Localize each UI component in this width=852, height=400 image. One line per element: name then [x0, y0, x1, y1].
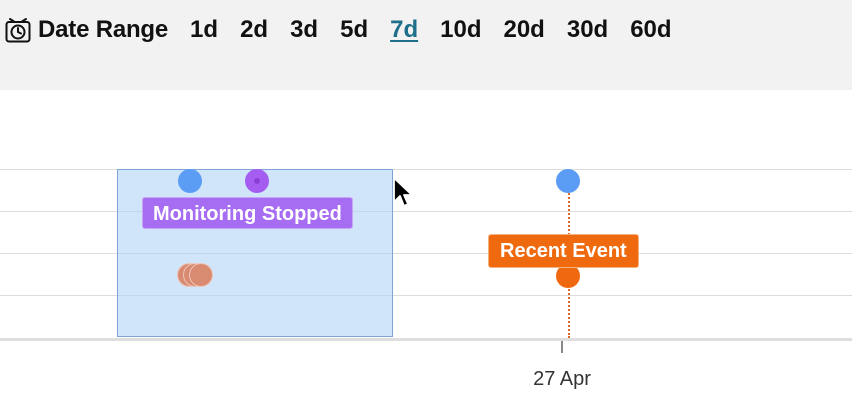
range-option-60d[interactable]: 60d	[630, 16, 671, 44]
alarm-clock-icon	[4, 16, 32, 44]
event-dot[interactable]	[178, 169, 202, 193]
range-option-3d[interactable]: 3d	[290, 16, 318, 44]
range-option-30d[interactable]: 30d	[567, 16, 608, 44]
selection-box[interactable]	[117, 169, 393, 337]
range-option-7d[interactable]: 7d	[390, 16, 418, 44]
range-option-2d[interactable]: 2d	[240, 16, 268, 44]
timeline-axis	[0, 338, 852, 341]
range-option-20d[interactable]: 20d	[503, 16, 544, 44]
mouse-pointer-icon	[392, 176, 416, 210]
app-root: Date Range 1d 2d 3d 5d 7d 10d 20d 30d 60…	[0, 0, 852, 400]
range-option-10d[interactable]: 10d	[440, 16, 481, 44]
range-option-5d[interactable]: 5d	[340, 16, 368, 44]
date-range-bar: Date Range 1d 2d 3d 5d 7d 10d 20d 30d 60…	[4, 14, 694, 46]
event-label-recent-event[interactable]: Recent Event	[488, 234, 639, 268]
event-dot[interactable]	[245, 169, 269, 193]
event-dot[interactable]	[189, 263, 213, 287]
timeline[interactable]: Monitoring Stopped Recent Event 27 Apr	[0, 90, 852, 400]
range-option-1d[interactable]: 1d	[190, 16, 218, 44]
event-label-monitoring-stopped[interactable]: Monitoring Stopped	[142, 197, 353, 229]
toolbar: Date Range 1d 2d 3d 5d 7d 10d 20d 30d 60…	[0, 0, 852, 90]
event-dot-center	[254, 178, 260, 184]
event-dot[interactable]	[556, 169, 580, 193]
date-range-label: Date Range	[38, 16, 169, 43]
axis-tick	[561, 341, 563, 353]
axis-tick-label: 27 Apr	[533, 368, 591, 390]
